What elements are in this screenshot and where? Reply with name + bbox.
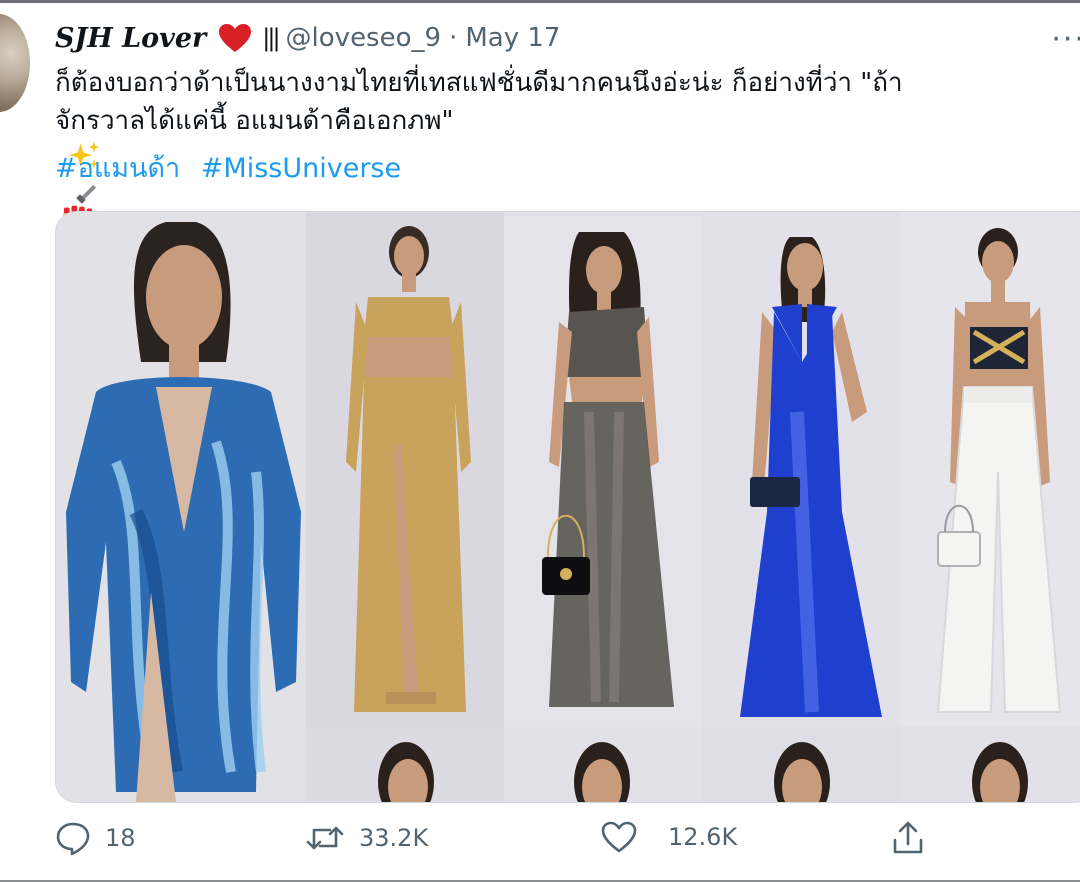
- tweet-text-line-1: ก็ต้องบอกว่าด้าเป็นนางงามไทยที่เทสแฟชั่น…: [55, 68, 903, 98]
- like-button[interactable]: 12.6K: [600, 820, 737, 854]
- photo-row-bottom[interactable]: [306, 727, 1080, 802]
- like-count: 12.6K: [668, 823, 738, 851]
- photo-blue-satin-gown[interactable]: [702, 212, 900, 727]
- user-handle[interactable]: @loveseo_9: [286, 23, 442, 53]
- more-options-icon[interactable]: ···: [1051, 22, 1080, 57]
- reply-count: 18: [105, 824, 136, 852]
- red-heart-icon: [218, 23, 252, 53]
- window-top-border: [0, 0, 1080, 3]
- tweet-date[interactable]: May 17: [465, 23, 560, 53]
- hashtag-link-amanda[interactable]: #อแมนด้า: [55, 153, 180, 184]
- display-name[interactable]: SJH Lover: [55, 23, 206, 54]
- reply-icon: [55, 820, 91, 856]
- tweet-header: SJH Lover ||| @loveseo_9 · May 17: [55, 18, 560, 58]
- hashtags: #อแมนด้า #MissUniverse: [55, 146, 413, 189]
- separator-dot: ·: [449, 23, 458, 53]
- photo-white-trousers-set[interactable]: [900, 212, 1080, 727]
- retweet-button[interactable]: 33.2K: [305, 820, 428, 856]
- retweet-icon: [305, 820, 345, 856]
- tweet-actions: 18 33.2K 12.6K: [55, 820, 1055, 870]
- share-button[interactable]: [890, 820, 926, 856]
- avatar[interactable]: [0, 14, 30, 112]
- hashtag-link-missuniverse[interactable]: #MissUniverse: [201, 153, 401, 184]
- photo-gold-two-piece[interactable]: [306, 212, 504, 727]
- tweet-media-gallery[interactable]: [55, 211, 1080, 803]
- tweet-text-line-2-content: จักรวาลได้แค่นี้ อแมนด้าคือเอกภพ": [55, 106, 454, 136]
- name-suffix: |||: [262, 24, 280, 52]
- reply-button[interactable]: 18: [55, 820, 136, 856]
- heart-outline-icon: [600, 820, 638, 854]
- photo-grey-sheer-set[interactable]: [504, 212, 702, 727]
- share-icon: [890, 820, 926, 856]
- retweet-count: 33.2K: [359, 824, 429, 852]
- photo-blue-sequin-gown[interactable]: [56, 212, 306, 802]
